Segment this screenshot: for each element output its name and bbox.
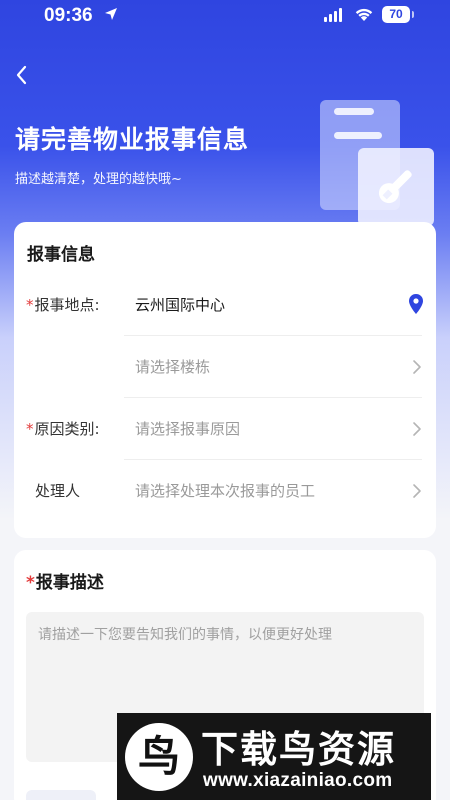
upload-photo-button[interactable] (26, 790, 96, 800)
watermark-url: www.xiazainiao.com (203, 770, 393, 791)
chevron-right-icon (413, 484, 421, 498)
handler-label: 处理人 (35, 482, 81, 500)
status-time: 09:36 (44, 5, 93, 26)
watermark-banner: 鸟 下载鸟资源 www.xiazainiao.com (117, 713, 431, 800)
reason-category-placeholder: 请选择报事原因 (135, 420, 241, 438)
report-location-value: 云州国际中心 (135, 296, 226, 314)
row-reason-category[interactable]: *原因类别: 请选择报事原因 (14, 398, 436, 460)
location-arrow-icon (105, 8, 117, 20)
page-title: 请完善物业报事信息 (15, 125, 250, 154)
watermark-logo: 鸟 (125, 723, 193, 791)
report-info-card: 报事信息 *报事地点: 云州国际中心 请选择楼栋 *原因类别: 请选择报事原因 … (14, 222, 436, 538)
watermark-title: 下载鸟资源 (201, 728, 396, 771)
handler-placeholder: 请选择处理本次报事的员工 (135, 482, 316, 500)
report-location-label: *报事地点: (26, 296, 100, 314)
row-report-location[interactable]: *报事地点: 云州国际中心 (14, 274, 436, 336)
chevron-left-icon (16, 65, 27, 85)
select-building-placeholder: 请选择楼栋 (135, 358, 211, 376)
required-mark: * (26, 573, 35, 593)
row-handler[interactable]: 处理人 请选择处理本次报事的员工 (14, 460, 436, 522)
bird-logo-icon: 鸟 (137, 732, 180, 781)
reason-category-label: *原因类别: (26, 420, 100, 438)
required-mark: * (26, 420, 34, 438)
row-select-building[interactable]: 请选择楼栋 (14, 336, 436, 398)
report-info-title: 报事信息 (27, 245, 95, 265)
report-description-title: *报事描述 (26, 573, 104, 593)
battery-indicator: 70 (382, 6, 414, 23)
chevron-right-icon (413, 360, 421, 374)
required-mark: * (26, 296, 34, 314)
location-pin-icon[interactable] (408, 293, 424, 315)
wifi-icon (355, 8, 373, 21)
status-bar: 09:36 70 (0, 0, 450, 32)
signal-icon (324, 8, 342, 22)
chevron-right-icon (413, 422, 421, 436)
document-wrench-icon (320, 100, 434, 226)
page-subtitle: 描述越清楚，处理的越快哦~ (15, 172, 182, 187)
back-button[interactable] (14, 64, 38, 92)
